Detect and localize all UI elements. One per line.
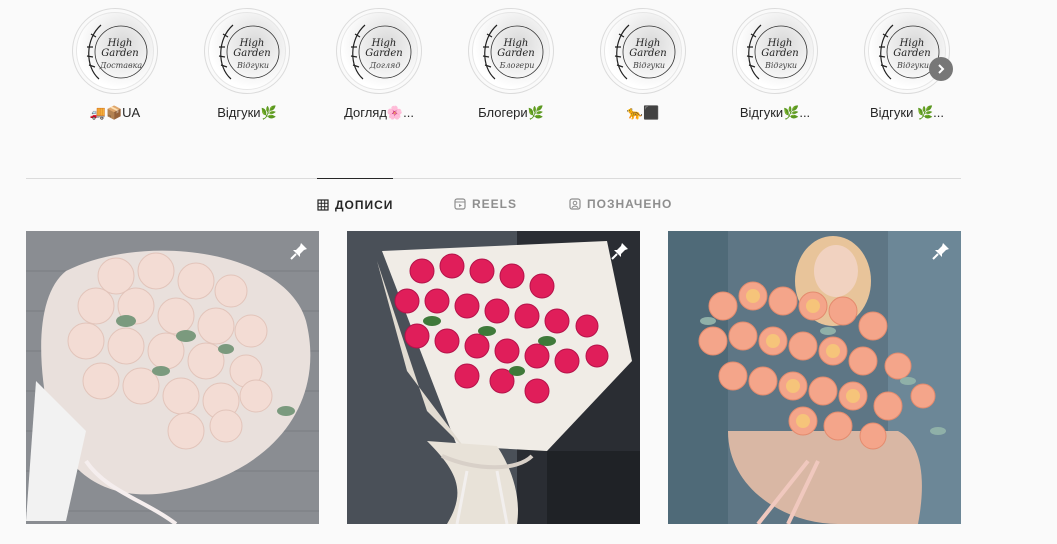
profile-tabs: ДОПИСИ REELS ПОЗНАЧЕНО (26, 178, 961, 230)
highlight-ring: High Garden Відгуки (732, 8, 818, 94)
logo-text: High Garden (233, 38, 271, 59)
bouquet-photo (26, 231, 319, 524)
logo-text: High Garden (629, 38, 667, 59)
grid-icon (317, 198, 329, 211)
tab-reels[interactable]: REELS (454, 178, 517, 230)
highlight-subtitle: Догляд (369, 61, 401, 70)
next-highlights-button[interactable] (929, 57, 953, 81)
tab-posts[interactable]: ДОПИСИ (317, 178, 394, 230)
highlight-0[interactable]: High Garden Доставка 🚚📦UA (60, 8, 170, 122)
story-highlights: High Garden Доставка 🚚📦UA High Garden Ві… (60, 8, 960, 128)
logo-text: High Garden (365, 38, 403, 59)
pin-icon (290, 243, 307, 260)
logo-text: High Garden (101, 38, 139, 59)
highlight-ring: High Garden Відгуки (864, 8, 950, 94)
bouquet-photo (347, 231, 640, 524)
highlight-label: Відгуки 🌿... (870, 105, 944, 120)
highlight-ring: High Garden Догляд (336, 8, 422, 94)
highlight-ring: High Garden Блогери (468, 8, 554, 94)
highlight-ring: High Garden Доставка (72, 8, 158, 94)
highlight-cover: High Garden Відгуки (208, 12, 286, 90)
highlight-subtitle: Відгуки (764, 61, 798, 70)
highlight-subtitle: Відгуки (632, 61, 666, 70)
highlight-4[interactable]: High Garden Відгуки 🐆⬛ (588, 8, 698, 122)
logo-text: High Garden (497, 38, 535, 59)
logo-text: High Garden (893, 38, 931, 59)
highlight-cover: High Garden Відгуки (604, 12, 682, 90)
tagged-icon (569, 198, 581, 210)
highlight-label: 🐆⬛ (626, 105, 660, 120)
pin-icon (932, 243, 949, 260)
reels-icon (454, 198, 466, 210)
chevron-right-icon (938, 64, 945, 74)
highlight-label: Догляд🌸... (344, 105, 414, 120)
tab-label: ПОЗНАЧЕНО (587, 197, 673, 211)
highlight-5[interactable]: High Garden Відгуки Відгуки🌿... (720, 8, 830, 122)
pin-icon (611, 243, 628, 260)
highlight-cover: High Garden Відгуки (736, 12, 814, 90)
highlight-label: Відгуки🌿 (217, 105, 277, 120)
highlight-cover: High Garden Доставка (76, 12, 154, 90)
tab-tagged[interactable]: ПОЗНАЧЕНО (569, 178, 672, 230)
highlight-cover: High Garden Блогери (472, 12, 550, 90)
highlight-subtitle: Блогери (499, 61, 535, 70)
highlight-cover: High Garden Догляд (340, 12, 418, 90)
post-peach-peony-roses-box[interactable] (668, 231, 961, 524)
tab-label: ДОПИСИ (335, 197, 394, 212)
post-hot-pink-roses[interactable] (347, 231, 640, 524)
highlight-subtitle: Відгуки (236, 61, 270, 70)
highlight-1[interactable]: High Garden Відгуки Відгуки🌿 (192, 8, 302, 122)
post-white-pink-roses[interactable] (26, 231, 319, 524)
highlight-3[interactable]: High Garden Блогери Блогери🌿 (456, 8, 566, 122)
highlight-ring: High Garden Відгуки (204, 8, 290, 94)
bouquet-photo (668, 231, 961, 524)
highlight-label: Блогери🌿 (478, 105, 544, 120)
logo-text: High Garden (761, 38, 799, 59)
highlight-2[interactable]: High Garden Догляд Догляд🌸... (324, 8, 434, 122)
highlight-label: Відгуки🌿... (739, 105, 811, 120)
highlight-ring: High Garden Відгуки (600, 8, 686, 94)
posts-grid (26, 231, 961, 524)
highlight-label: 🚚📦UA (89, 105, 141, 120)
highlight-subtitle: Доставка (99, 61, 143, 70)
tab-label: REELS (472, 197, 518, 211)
